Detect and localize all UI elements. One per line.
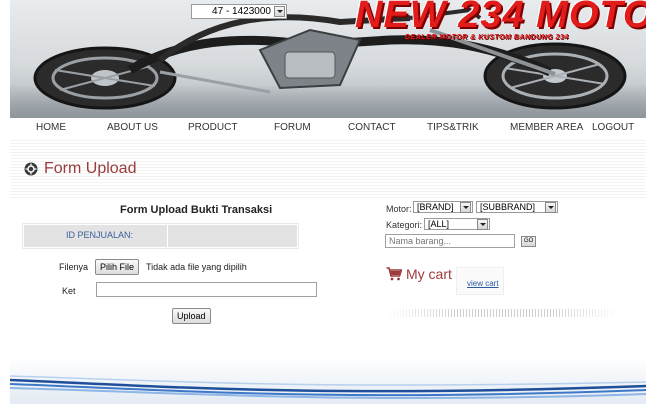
chevron-down-icon[interactable] (545, 201, 556, 213)
cart-block: My cart (386, 266, 452, 282)
view-cart-link[interactable]: view cart (467, 279, 499, 288)
chevron-down-icon[interactable] (460, 201, 471, 213)
row-divider (167, 225, 168, 247)
brand-select[interactable]: [BRAND] (413, 201, 473, 213)
chevron-down-icon[interactable] (274, 6, 285, 17)
footer-decoration (10, 358, 646, 404)
cart-divider (386, 309, 620, 317)
nav-logout[interactable]: LOGOUT (592, 122, 634, 133)
chevron-down-icon[interactable] (477, 218, 488, 230)
motor-label: Motor: (386, 204, 412, 214)
kategori-select-value: [ALL] (428, 219, 450, 229)
id-penjualan-label: ID PENJUALAN: (66, 230, 134, 240)
header-banner: NEW 234 MOTOR DEALER MOTOR & KUSTOM BAND… (10, 0, 646, 118)
id-penjualan-select[interactable]: 47 - 1423000 (191, 4, 287, 19)
id-penjualan-row: ID PENJUALAN: (23, 224, 298, 248)
nav-tips-trik[interactable]: TIPS&TRIK (427, 122, 479, 133)
nav-home[interactable]: HOME (36, 122, 66, 133)
ket-label: Ket (62, 286, 76, 296)
nav-product[interactable]: PRODUCT (188, 122, 237, 133)
settings-icon (24, 162, 38, 176)
choose-file-button[interactable]: Pilih File (95, 259, 140, 275)
brand-logo-subtitle: DEALER MOTOR & KUSTOM BANDUNG 234 (405, 34, 569, 41)
ket-input[interactable] (96, 282, 317, 297)
id-penjualan-value: 47 - 1423000 (212, 6, 271, 17)
search-input[interactable] (385, 234, 515, 248)
kategori-select[interactable]: [ALL] (424, 218, 490, 230)
cart-icon (386, 267, 402, 281)
file-status-text: Tidak ada file yang dipilih (146, 262, 247, 272)
subbrand-select-value: [SUBBRAND] (480, 202, 536, 212)
nav-member-area[interactable]: MEMBER AREA (510, 122, 583, 133)
nav-forum[interactable]: FORUM (274, 122, 311, 133)
file-label: Filenya (59, 262, 89, 272)
footer-swoosh (10, 375, 646, 400)
go-button[interactable]: GO (521, 236, 537, 247)
brand-logo-title: NEW 234 MOTOR (355, 0, 646, 36)
main-navigation: HOME ABOUT US PRODUCT FORUM CONTACT TIPS… (10, 118, 646, 140)
cart-title: My cart (406, 266, 452, 282)
subbrand-select[interactable]: [SUBBRAND] (476, 201, 558, 213)
page-title: Form Upload (44, 160, 137, 177)
kategori-label: Kategori: (386, 220, 423, 230)
nav-about-us[interactable]: ABOUT US (107, 122, 158, 133)
brand-select-value: [BRAND] (417, 202, 454, 212)
form-heading: Form Upload Bukti Transaksi (120, 204, 273, 216)
nav-contact[interactable]: CONTACT (348, 122, 396, 133)
upload-button[interactable]: Upload (172, 308, 211, 324)
page-title-block: Form Upload (24, 160, 136, 178)
